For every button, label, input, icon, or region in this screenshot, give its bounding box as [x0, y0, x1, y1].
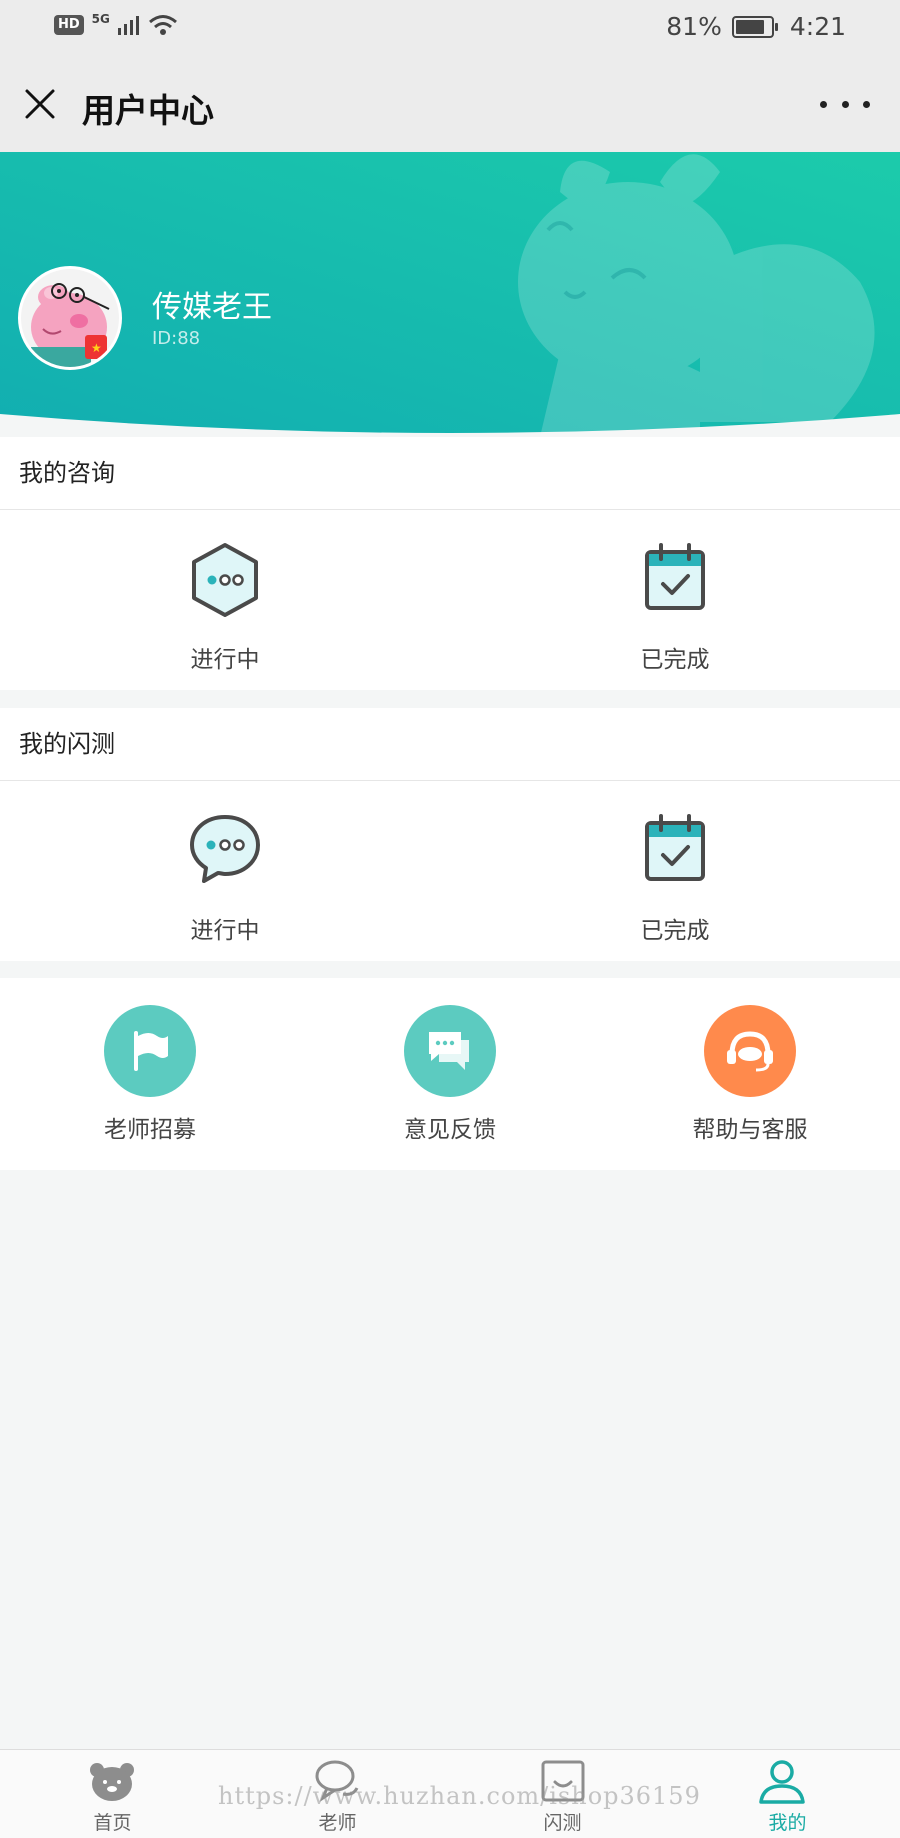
feedback-icon: [404, 1005, 496, 1097]
consult-card: 我的咨询 进行中 已完成: [0, 437, 900, 690]
consult-completed[interactable]: 已完成: [450, 510, 900, 690]
flash-test-completed[interactable]: 已完成: [450, 781, 900, 961]
flag-icon: [104, 1005, 196, 1097]
flash-test-in-progress[interactable]: 进行中: [0, 781, 450, 961]
consult-in-progress-label: 进行中: [190, 647, 260, 673]
tab-flash-test[interactable]: 闪测: [450, 1750, 675, 1838]
title-bar: 用户中心: [0, 56, 900, 152]
battery-level: [735, 19, 764, 34]
calendar-check-icon: [645, 543, 705, 610]
tab-mine-label: 我的: [768, 1812, 807, 1834]
tab-home-label: 首页: [93, 1812, 132, 1834]
more-button[interactable]: [820, 86, 870, 122]
svg-text:★: ★: [91, 341, 102, 355]
feedback-button[interactable]: 意见反馈: [300, 978, 600, 1170]
flash-test-in-progress-label: 进行中: [190, 918, 260, 944]
consult-body: 进行中 已完成: [0, 510, 900, 690]
tab-teacher[interactable]: 老师: [225, 1750, 450, 1838]
profile-banner: ★ 传媒老王 ID:88: [0, 152, 900, 437]
help-support-label: 帮助与客服: [692, 1117, 808, 1143]
page-title: 用户中心: [82, 91, 214, 130]
status-left: HD 5G: [54, 12, 178, 36]
teacher-recruit-button[interactable]: 老师招募: [0, 978, 300, 1170]
tab-mine[interactable]: 我的: [675, 1750, 900, 1838]
pig-avatar-icon: ★: [21, 269, 119, 367]
flash-test-title: 我的闪测: [0, 708, 900, 781]
more-dot: [841, 100, 849, 108]
consult-in-progress[interactable]: 进行中: [0, 510, 450, 690]
flash-test-card: 我的闪测 进行中 已完成: [0, 708, 900, 961]
feedback-label: 意见反馈: [404, 1117, 496, 1143]
more-dot: [863, 100, 870, 108]
tab-teacher-label: 老师: [318, 1812, 357, 1834]
flash-test-body: 进行中 已完成: [0, 781, 900, 961]
hd-badge: HD: [54, 15, 84, 35]
smile-box-icon: [541, 1760, 585, 1802]
more-icon: [820, 100, 827, 108]
help-support-button[interactable]: 帮助与客服: [600, 978, 900, 1170]
calendar-check-icon: [645, 814, 705, 881]
chat-icon: [315, 1760, 359, 1802]
user-id: ID:88: [152, 328, 201, 349]
avatar[interactable]: ★: [18, 266, 122, 370]
quick-links: 老师招募 意见反馈 帮助与客服: [0, 978, 900, 1170]
hexagon-chat-icon: [192, 543, 258, 617]
consult-title: 我的咨询: [0, 437, 900, 510]
headset-icon: [704, 1005, 796, 1097]
teacher-recruit-label: 老师招募: [104, 1117, 196, 1143]
close-icon: [25, 89, 55, 119]
tab-bar: 首页 老师 闪测 我的: [0, 1749, 900, 1838]
user-name: 传媒老王: [152, 290, 272, 325]
tab-home[interactable]: 首页: [0, 1750, 225, 1838]
close-button[interactable]: [18, 82, 62, 126]
flag-glyph: [134, 1031, 168, 1071]
clock: 4:21: [789, 12, 846, 41]
banner-background: [0, 152, 900, 437]
status-bar: HD 5G 81% 4:21: [0, 0, 900, 56]
tab-flash-test-label: 闪测: [543, 1812, 582, 1834]
user-icon: [759, 1760, 805, 1804]
feedback-glyph: [429, 1032, 469, 1070]
status-right: 81% 4:21: [666, 12, 846, 41]
signal-icon: [117, 16, 139, 35]
battery-percent: 81%: [666, 12, 722, 41]
speech-bubble-icon: [190, 815, 260, 883]
network-label: 5G: [91, 12, 110, 26]
headset-glyph: [727, 1031, 773, 1072]
flash-test-completed-label: 已完成: [640, 918, 710, 944]
bear-icon: [90, 1763, 134, 1801]
battery-icon: [731, 15, 778, 38]
wifi-icon: [148, 15, 177, 35]
consult-completed-label: 已完成: [640, 647, 710, 673]
